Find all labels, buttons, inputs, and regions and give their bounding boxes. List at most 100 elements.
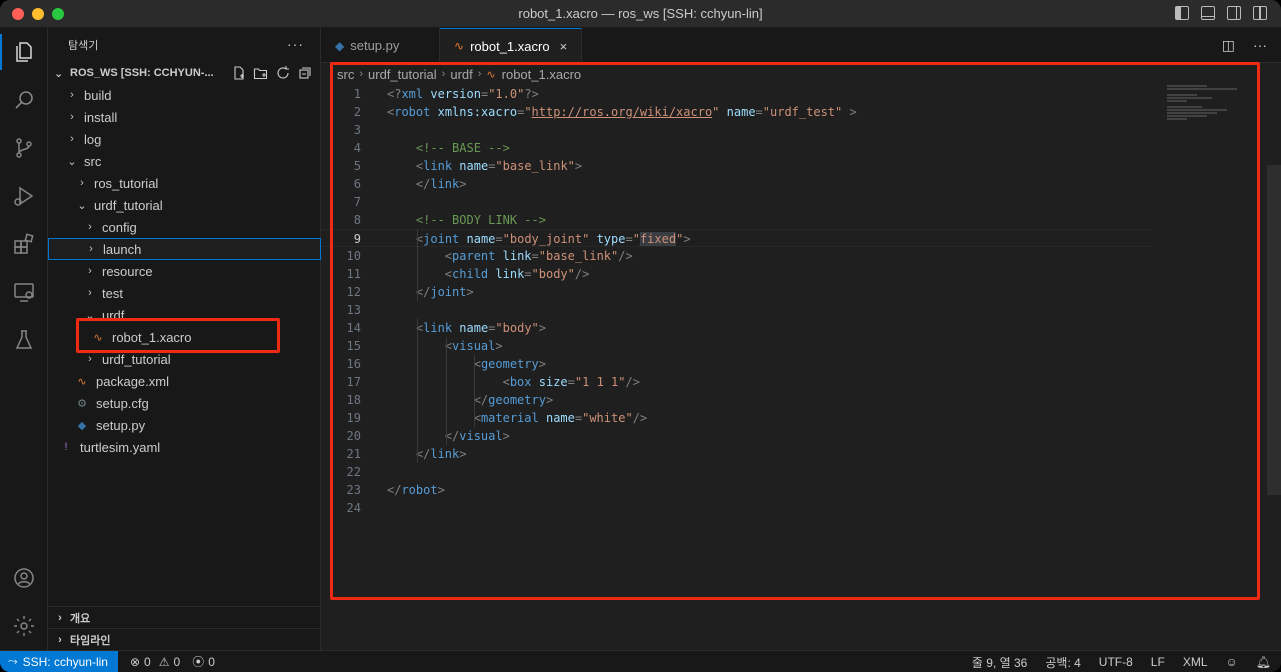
language-mode[interactable]: XML <box>1183 655 1208 669</box>
breadcrumb-item[interactable]: src <box>337 67 354 82</box>
code-line[interactable]: 1 <?xml version="1.0"?> <box>321 85 1151 103</box>
code-line[interactable]: 10 <parent link="base_link"/> <box>321 247 1151 265</box>
code-line[interactable]: 24 <box>321 499 1151 517</box>
end-of-line[interactable]: LF <box>1151 655 1165 669</box>
tree-item-label: setup.py <box>96 417 146 433</box>
code-line[interactable]: 4 <!-- BASE --> <box>321 139 1151 157</box>
toggle-secondary-sidebar-icon[interactable] <box>1227 6 1241 20</box>
tree-item[interactable]: › test <box>48 282 321 304</box>
code-token: /> <box>574 267 590 281</box>
tree-item[interactable]: ⚙ setup.cfg <box>48 392 321 414</box>
outline-section[interactable]: › 개요 <box>48 606 321 628</box>
refresh-icon[interactable] <box>275 65 291 81</box>
code-token: < <box>502 375 510 389</box>
code-token: name <box>545 411 575 425</box>
tree-item[interactable]: ⌄ src <box>48 150 321 172</box>
code-line[interactable]: 2 <robot xmlns:xacro="http://ros.org/wiki… <box>321 103 1151 121</box>
timeline-section[interactable]: › 타임라인 <box>48 628 321 650</box>
toggle-primary-sidebar-icon[interactable] <box>1175 6 1189 20</box>
workspace-header[interactable]: ⌄ ROS_WS [SSH: CCHYUN-... <box>48 62 321 84</box>
remote-explorer-icon[interactable] <box>0 268 48 316</box>
indentation[interactable]: 공백: 4 <box>1045 654 1080 671</box>
toggle-panel-icon[interactable] <box>1201 6 1215 20</box>
account-icon[interactable] <box>0 554 48 602</box>
tree-item[interactable]: ⌄ urdf_tutorial <box>48 194 321 216</box>
minimap[interactable] <box>1167 85 1267 145</box>
breadcrumb-item[interactable]: urdf <box>450 67 472 82</box>
new-folder-icon[interactable] <box>253 65 269 81</box>
tree-item[interactable]: ⌄ urdf <box>48 304 321 326</box>
line-number: 18 <box>346 393 361 407</box>
remote-label: SSH: cchyun-lin <box>22 654 108 669</box>
vertical-scrollbar[interactable] <box>1267 165 1281 495</box>
encoding[interactable]: UTF-8 <box>1099 655 1133 669</box>
tree-item[interactable]: › install <box>48 106 321 128</box>
tree-item[interactable]: › resource <box>48 260 321 282</box>
collapse-all-icon[interactable] <box>297 65 313 81</box>
cursor-position[interactable]: 줄 9, 열 36 <box>972 654 1027 671</box>
tree-item[interactable]: › launch <box>48 238 321 260</box>
search-icon[interactable] <box>0 76 48 124</box>
code-line[interactable]: 9 <joint name="body_joint" type="fixed"> <box>321 229 1151 247</box>
tree-item[interactable]: › config <box>48 216 321 238</box>
feedback-icon[interactable]: ☺ <box>1226 655 1238 669</box>
code-line[interactable]: 5 <link name="base_link"> <box>321 157 1151 175</box>
tree-item[interactable]: ∿ robot_1.xacro <box>48 326 321 348</box>
code-line[interactable]: 6 </link> <box>321 175 1151 193</box>
line-number: 21 <box>346 447 361 461</box>
run-debug-icon[interactable] <box>0 172 48 220</box>
customize-layout-icon[interactable] <box>1253 6 1267 20</box>
source-control-icon[interactable] <box>0 124 48 172</box>
code-token: > <box>545 393 554 407</box>
line-number: 19 <box>346 411 361 425</box>
code-line[interactable]: 12 </joint> <box>321 283 1151 301</box>
split-editor-icon[interactable]: ◫ <box>1222 37 1235 54</box>
code-line[interactable]: 8 <!-- BODY LINK --> <box>321 211 1151 229</box>
problems-indicator[interactable]: ⊗ 0 ⚠ 0 <box>130 655 180 669</box>
code-line[interactable]: 11 <child link="body"/> <box>321 265 1151 283</box>
code-line[interactable]: 14 <link name="body"> <box>321 319 1151 337</box>
code-line[interactable]: 23 </robot> <box>321 481 1151 499</box>
tree-item[interactable]: ! turtlesim.yaml <box>48 436 321 458</box>
code-line[interactable]: 3 <box>321 121 1151 139</box>
remote-indicator[interactable]: ⤳ SSH: cchyun-lin <box>0 650 118 672</box>
chevron-down-icon: ⌄ <box>77 199 87 212</box>
testing-icon[interactable] <box>0 316 48 364</box>
code-line[interactable]: 7 <box>321 193 1151 211</box>
code-line[interactable]: 13 <box>321 301 1151 319</box>
tree-item[interactable]: › log <box>48 128 321 150</box>
close-tab-icon[interactable]: × <box>560 39 568 54</box>
code-token: xmlns:xacro <box>437 105 518 119</box>
tree-item[interactable]: › urdf_tutorial <box>48 348 321 370</box>
code-line[interactable]: 22 <box>321 463 1151 481</box>
tree-item[interactable]: › ros_tutorial <box>48 172 321 194</box>
more-actions-icon[interactable]: ··· <box>287 36 304 52</box>
code-editor[interactable]: 1 <?xml version="1.0"?> 2 <robot xmlns:xacr… <box>321 85 1281 650</box>
tree-item[interactable]: › build <box>48 84 321 106</box>
code-token: "1.0" <box>488 87 525 101</box>
code-line[interactable]: 21 </link> <box>321 445 1151 463</box>
breadcrumb-item[interactable]: robot_1.xacro <box>502 67 582 82</box>
new-file-icon[interactable] <box>231 65 247 81</box>
code-token: name <box>459 321 489 335</box>
ports-indicator[interactable]: ⦿ 0 <box>192 653 215 670</box>
more-actions-icon[interactable]: ··· <box>1253 37 1267 54</box>
explorer-icon[interactable] <box>0 28 48 76</box>
code-token: "white" <box>582 411 633 425</box>
line-number: 8 <box>353 213 361 227</box>
line-number: 11 <box>346 267 361 281</box>
code-token: </ <box>415 447 431 461</box>
tree-item[interactable]: ∿ package.xml <box>48 370 321 392</box>
code-token: joint <box>423 232 460 246</box>
breadcrumb-item[interactable]: urdf_tutorial <box>368 67 437 82</box>
extensions-icon[interactable] <box>0 220 48 268</box>
tab-setup-py[interactable]: ◆ setup.py <box>321 28 440 63</box>
tab-robot-xacro[interactable]: ∿ robot_1.xacro × <box>440 28 582 63</box>
settings-gear-icon[interactable] <box>0 602 48 650</box>
python-file-icon: ◆ <box>77 419 87 432</box>
notifications-icon[interactable]: 🔔︎ <box>1256 655 1271 669</box>
tree-item[interactable]: ◆ setup.py <box>48 414 321 436</box>
